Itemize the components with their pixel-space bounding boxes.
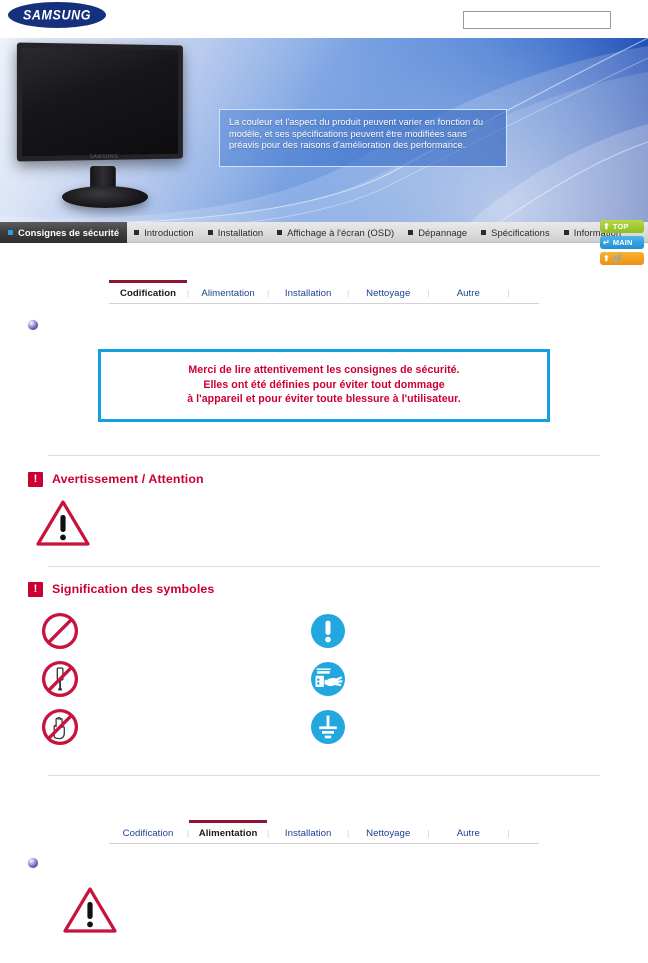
page-root: SAMSUNG SAMSUNG La couleur et l'aspect d… (0, 0, 648, 963)
scroll-to-top-button[interactable]: ⬆ TOP (600, 220, 644, 233)
nav-item-installation[interactable]: Installation (201, 222, 270, 243)
do-not-touch-icon (41, 708, 79, 745)
arrow-up-icon: ⬆ (603, 221, 610, 231)
notice-line-3: à l'appareil et pour éviter toute blessu… (187, 393, 461, 406)
section-tabs-top: Codification | Alimentation | Installati… (109, 280, 539, 304)
symbols-section-title: Signification des symboles (52, 582, 215, 597)
symbols-column-right (308, 607, 576, 751)
nav-bullet-icon (134, 229, 140, 235)
mandatory-exclamation-icon (311, 613, 345, 648)
section-bullet-icon (28, 320, 38, 330)
nav-item-introduction[interactable]: Introduction (127, 222, 201, 243)
nav-bullet-icon (481, 229, 487, 235)
grounding-icon (311, 709, 345, 744)
samsung-logo-text: SAMSUNG (22, 7, 92, 23)
section-bullet-icon (28, 857, 38, 868)
tab-nettoyage-bottom[interactable]: Nettoyage (349, 823, 427, 843)
tab-separator: | (507, 289, 510, 298)
symbol-row (308, 655, 576, 703)
main-navigation: Consignes de sécurité Introduction Insta… (0, 221, 648, 243)
tab-separator: | (507, 828, 510, 838)
nav-bullet-icon (563, 229, 569, 235)
exclamation-box-icon: ! (28, 471, 43, 487)
monitor-product-image: SAMSUNG (12, 42, 202, 216)
warning-section-title: Avertissement / Attention (52, 472, 204, 487)
symbol-row (40, 655, 308, 703)
nav-item-label: Installation (217, 226, 264, 238)
symbol-row (40, 607, 308, 655)
symbol-row (40, 703, 308, 751)
symbols-column-left (40, 607, 308, 751)
monitor-brand-label: SAMSUNG (89, 154, 119, 160)
section-tabs-bottom: Codification | Alimentation | Installati… (109, 819, 539, 844)
monitor-screen (16, 42, 183, 162)
tab-installation[interactable]: Installation (269, 283, 347, 303)
tab-alimentation[interactable]: Alimentation (189, 283, 267, 303)
symbol-row (308, 607, 576, 655)
hero-banner: SAMSUNG La couleur et l'aspect du produi… (0, 38, 648, 222)
prohibition-icon (41, 612, 79, 649)
tab-nettoyage[interactable]: Nettoyage (349, 283, 427, 303)
warning-triangle-icon (63, 887, 117, 933)
no-disassembly-icon (41, 660, 79, 697)
symbols-section-heading: ! Signification des symboles (0, 581, 648, 597)
tab-codification[interactable]: Codification (109, 280, 187, 303)
nav-item-affichage-osd[interactable]: Affichage à l'écran (OSD) (270, 222, 401, 243)
nav-bullet-icon (277, 229, 283, 235)
tab-autre[interactable]: Autre (429, 283, 507, 303)
tab-autre-bottom[interactable]: Autre (429, 823, 507, 843)
nav-bullet-icon (207, 229, 213, 235)
symbol-row (308, 703, 576, 751)
unplug-from-outlet-icon (311, 661, 345, 696)
safety-notice-box: Merci de lire attentivement les consigne… (98, 349, 550, 422)
symbols-grid (0, 607, 648, 751)
hero-disclaimer-note: La couleur et l'aspect du produit peuven… (219, 109, 507, 167)
top-button-label: TOP (612, 222, 629, 231)
tab-installation-bottom[interactable]: Installation (269, 823, 347, 843)
nav-bullet-icon (8, 229, 13, 235)
nav-item-label: Dépannage (418, 226, 468, 238)
nav-item-depannage[interactable]: Dépannage (401, 222, 474, 243)
nav-item-label: Introduction (144, 226, 194, 238)
content-area: Codification | Alimentation | Installati… (0, 243, 648, 935)
nav-item-label: Spécifications (491, 226, 550, 238)
notice-line-2: Elles ont été définies pour éviter tout … (203, 378, 445, 391)
nav-bullet-icon (408, 229, 414, 235)
tab-alimentation-bottom[interactable]: Alimentation (189, 819, 268, 843)
nav-item-specifications[interactable]: Spécifications (474, 222, 557, 243)
samsung-logo: SAMSUNG (8, 2, 106, 28)
search-input[interactable] (463, 11, 611, 29)
notice-line-1: Merci de lire attentivement les consigne… (188, 364, 460, 376)
nav-item-label: Consignes de sécurité (18, 226, 120, 238)
exclamation-box-icon: ! (28, 581, 43, 597)
tab-codification-bottom[interactable]: Codification (109, 823, 187, 843)
top-bar: SAMSUNG (0, 0, 648, 38)
nav-item-label: Affichage à l'écran (OSD) (287, 226, 395, 238)
warning-section-heading: ! Avertissement / Attention (0, 471, 648, 487)
nav-item-consignes-de-securite[interactable]: Consignes de sécurité (0, 221, 128, 243)
monitor-stand-base (62, 186, 148, 208)
warning-triangle-icon (36, 500, 90, 546)
